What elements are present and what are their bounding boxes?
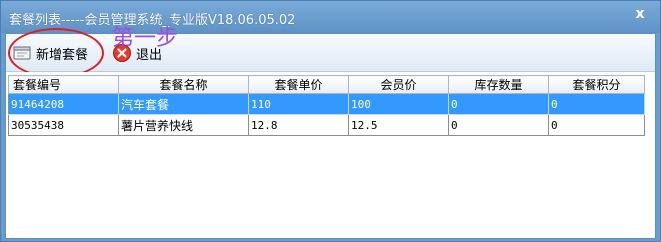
package-name-cell: 薯片营养快线 [118, 114, 249, 136]
table-row[interactable]: 30535438 薯片营养快线 12.8 12.5 0 0 [8, 114, 645, 136]
package-name-cell: 汽车套餐 [118, 93, 249, 115]
toolbar: 新增套餐 退出 第一步 [6, 26, 655, 78]
stock-quantity-cell: 0 [448, 93, 549, 115]
column-header-package-id[interactable]: 套餐编号 [8, 75, 119, 94]
title-bar[interactable]: 套餐列表-----会员管理系统_专业版V18.06.05.02 x [1, 1, 660, 33]
package-id-cell: 91464208 [8, 93, 119, 115]
column-header-package-name[interactable]: 套餐名称 [118, 75, 249, 94]
package-table: 套餐编号 套餐名称 套餐单价 会员价 库存数量 套餐积分 91464208 汽车… [8, 75, 645, 136]
exit-button[interactable]: 退出 [112, 41, 162, 65]
table-header-row: 套餐编号 套餐名称 套餐单价 会员价 库存数量 套餐积分 [8, 75, 645, 94]
column-header-member-price[interactable]: 会员价 [348, 75, 449, 94]
package-grid-area: 套餐编号 套餐名称 套餐单价 会员价 库存数量 套餐积分 91464208 汽车… [6, 72, 655, 238]
package-list-window: 套餐列表-----会员管理系统_专业版V18.06.05.02 x 新增套餐 退… [0, 0, 661, 242]
exit-icon [113, 44, 131, 62]
column-header-points[interactable]: 套餐积分 [548, 75, 645, 94]
package-id-cell: 30535438 [8, 114, 119, 136]
add-package-icon [13, 46, 31, 60]
stock-quantity-cell: 0 [448, 114, 549, 136]
column-header-unit-price[interactable]: 套餐单价 [248, 75, 349, 94]
points-cell: 0 [548, 93, 645, 115]
add-package-button[interactable]: 新增套餐 [12, 41, 88, 65]
member-price-cell: 100 [348, 93, 449, 115]
add-package-label: 新增套餐 [36, 47, 89, 63]
member-price-cell: 12.5 [348, 114, 449, 136]
unit-price-cell: 110 [248, 93, 349, 115]
exit-label: 退出 [136, 47, 163, 63]
window-client-area: 新增套餐 退出 第一步 套餐编号 套餐名称 套餐单价 会员价 库存数量 套餐积分… [5, 26, 656, 239]
points-cell: 0 [548, 114, 645, 136]
unit-price-cell: 12.8 [248, 114, 349, 136]
column-header-stock-quantity[interactable]: 库存数量 [448, 75, 549, 94]
close-button[interactable]: x [628, 5, 652, 23]
window-title: 套餐列表-----会员管理系统_专业版V18.06.05.02 [9, 13, 296, 28]
table-row[interactable]: 91464208 汽车套餐 110 100 0 0 [8, 93, 645, 115]
